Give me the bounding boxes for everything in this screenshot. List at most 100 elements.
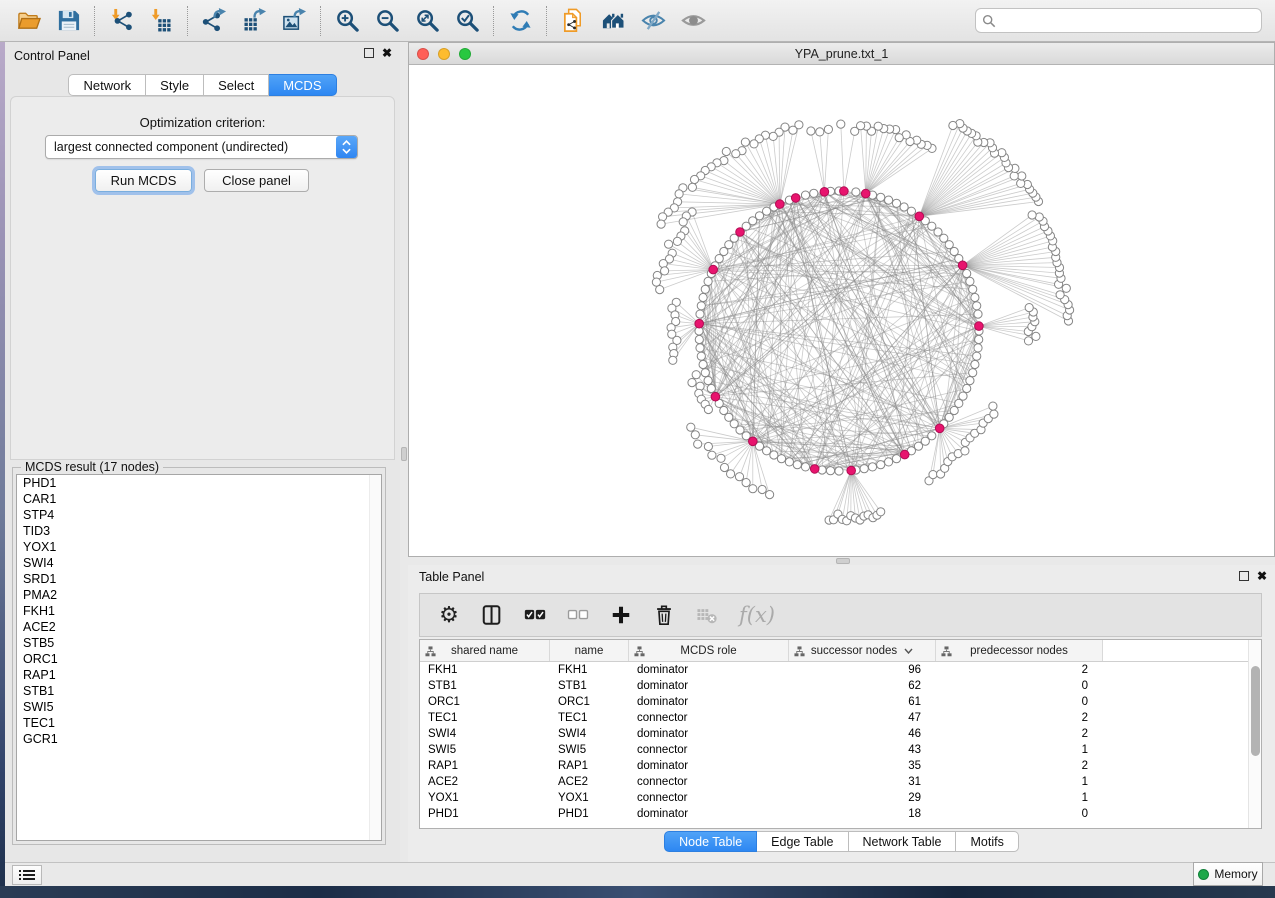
export-table-button[interactable] xyxy=(234,3,274,39)
mcds-result-item[interactable]: RAP1 xyxy=(17,667,381,683)
optimization-criterion-select[interactable]: largest connected component (undirected) xyxy=(45,135,358,159)
table-row[interactable]: YOX1YOX1connector291 xyxy=(420,790,1248,806)
mcds-result-item[interactable]: ORC1 xyxy=(17,651,381,667)
table-row[interactable]: STB1STB1dominator620 xyxy=(420,678,1248,694)
zoom-fit-button[interactable] xyxy=(407,3,447,39)
table-scrollbar[interactable] xyxy=(1248,640,1261,828)
network-canvas[interactable] xyxy=(409,65,1274,556)
mcds-result-item[interactable]: SRD1 xyxy=(17,571,381,587)
select-all-columns-button[interactable] xyxy=(522,600,548,630)
tab-motifs[interactable]: Motifs xyxy=(956,831,1018,852)
cell-predecessor-nodes: 1 xyxy=(936,774,1103,790)
eye-button[interactable] xyxy=(673,3,713,39)
mcds-result-item[interactable]: TID3 xyxy=(17,523,381,539)
table-row[interactable]: PHD1PHD1dominator180 xyxy=(420,806,1248,822)
float-panel-icon[interactable] xyxy=(1239,571,1249,581)
refresh-layout-button[interactable] xyxy=(500,3,540,39)
horizontal-splitter[interactable] xyxy=(408,557,1275,565)
mcds-result-item[interactable]: ACE2 xyxy=(17,619,381,635)
cell-predecessor-nodes: 2 xyxy=(936,710,1103,726)
zoom-in-button[interactable] xyxy=(327,3,367,39)
task-history-button[interactable] xyxy=(12,865,42,885)
mcds-result-item[interactable]: TEC1 xyxy=(17,715,381,731)
node-table: shared namenameMCDS rolesuccessor nodesp… xyxy=(419,639,1262,829)
column-header-name[interactable]: name xyxy=(550,640,629,661)
export-network-button[interactable] xyxy=(194,3,234,39)
cell-successor-nodes: 29 xyxy=(789,790,936,806)
float-panel-icon[interactable] xyxy=(364,48,374,58)
splitter-grip[interactable] xyxy=(836,558,850,564)
mcds-result-item[interactable]: STB5 xyxy=(17,635,381,651)
cell-shared-name: ORC1 xyxy=(420,694,550,710)
zoom-out-button[interactable] xyxy=(367,3,407,39)
cell-shared-name: SWI4 xyxy=(420,726,550,742)
import-network-button[interactable] xyxy=(101,3,141,39)
create-column-button[interactable] xyxy=(608,600,634,630)
memory-button[interactable]: Memory xyxy=(1193,862,1263,886)
mcds-result-item[interactable]: STB1 xyxy=(17,683,381,699)
export-image-button[interactable] xyxy=(274,3,314,39)
save-session-button[interactable] xyxy=(48,3,88,39)
mcds-result-item[interactable]: PMA2 xyxy=(17,587,381,603)
search-input[interactable] xyxy=(996,11,1261,31)
table-row[interactable]: RAP1RAP1dominator352 xyxy=(420,758,1248,774)
tab-node-table[interactable]: Node Table xyxy=(664,831,757,852)
open-file-button[interactable] xyxy=(8,3,48,39)
tab-network-table[interactable]: Network Table xyxy=(849,831,957,852)
deselect-all-columns-button[interactable] xyxy=(565,600,591,630)
vertical-splitter[interactable] xyxy=(400,42,408,862)
eye-slash-button[interactable] xyxy=(633,3,673,39)
table-settings-button[interactable]: ⚙ xyxy=(436,600,462,630)
houses-button[interactable] xyxy=(593,3,633,39)
tab-mcds[interactable]: MCDS xyxy=(269,74,336,96)
mcds-result-item[interactable]: FKH1 xyxy=(17,603,381,619)
cell-blank xyxy=(1103,662,1248,678)
import-table-icon xyxy=(149,8,174,33)
mcds-result-item[interactable]: SWI5 xyxy=(17,699,381,715)
mcds-result-item[interactable]: STP4 xyxy=(17,507,381,523)
column-header-shared-name[interactable]: shared name xyxy=(420,640,550,661)
close-panel-button[interactable]: Close panel xyxy=(204,169,309,192)
cell-successor-nodes: 35 xyxy=(789,758,936,774)
cell-shared-name: TEC1 xyxy=(420,710,550,726)
mcds-list-scrollbar[interactable] xyxy=(369,475,381,840)
tab-network[interactable]: Network xyxy=(68,74,146,96)
tab-select[interactable]: Select xyxy=(204,74,269,96)
cell-MCDS-role: dominator xyxy=(629,726,789,742)
search-box[interactable] xyxy=(975,8,1262,33)
column-header-successor-nodes[interactable]: successor nodes xyxy=(789,640,936,661)
delete-columns-button[interactable] xyxy=(651,600,677,630)
mcds-result-item[interactable]: YOX1 xyxy=(17,539,381,555)
refresh-layout-icon xyxy=(508,8,533,33)
tab-edge-table[interactable]: Edge Table xyxy=(757,831,848,852)
table-row[interactable]: FKH1FKH1dominator962 xyxy=(420,662,1248,678)
document-network-button[interactable] xyxy=(553,3,593,39)
create-column-icon xyxy=(610,604,632,626)
tab-style[interactable]: Style xyxy=(146,74,204,96)
column-header-predecessor-nodes[interactable]: predecessor nodes xyxy=(936,640,1103,661)
optimization-criterion-value: largest connected component (undirected) xyxy=(46,140,336,154)
mcds-result-item[interactable]: GCR1 xyxy=(17,731,381,747)
table-row[interactable]: TEC1TEC1connector472 xyxy=(420,710,1248,726)
table-toolbar: ⚙f(x) xyxy=(419,593,1262,637)
close-panel-icon[interactable]: ✖ xyxy=(382,48,392,58)
zoom-selected-button[interactable] xyxy=(447,3,487,39)
mcds-result-list[interactable]: PHD1CAR1STP4TID3YOX1SWI4SRD1PMA2FKH1ACE2… xyxy=(16,474,382,841)
table-row[interactable]: SWI4SWI4dominator462 xyxy=(420,726,1248,742)
table-row[interactable]: SWI5SWI5connector431 xyxy=(420,742,1248,758)
show-columns-button[interactable] xyxy=(479,600,505,630)
table-panel-title: Table Panel xyxy=(419,570,484,584)
network-window-titlebar[interactable]: YPA_prune.txt_1 xyxy=(409,43,1274,65)
table-row[interactable]: ORC1ORC1dominator610 xyxy=(420,694,1248,710)
run-mcds-button[interactable]: Run MCDS xyxy=(95,169,192,192)
scrollbar-thumb[interactable] xyxy=(1251,666,1260,756)
mcds-result-item[interactable]: SWI4 xyxy=(17,555,381,571)
column-header-MCDS-role[interactable]: MCDS role xyxy=(629,640,789,661)
import-table-button[interactable] xyxy=(141,3,181,39)
mcds-result-item[interactable]: PHD1 xyxy=(17,475,381,491)
mcds-result-item[interactable]: CAR1 xyxy=(17,491,381,507)
table-row[interactable]: ACE2ACE2connector311 xyxy=(420,774,1248,790)
close-panel-icon[interactable]: ✖ xyxy=(1257,571,1267,581)
splitter-grip[interactable] xyxy=(401,447,407,461)
cell-shared-name: STB1 xyxy=(420,678,550,694)
